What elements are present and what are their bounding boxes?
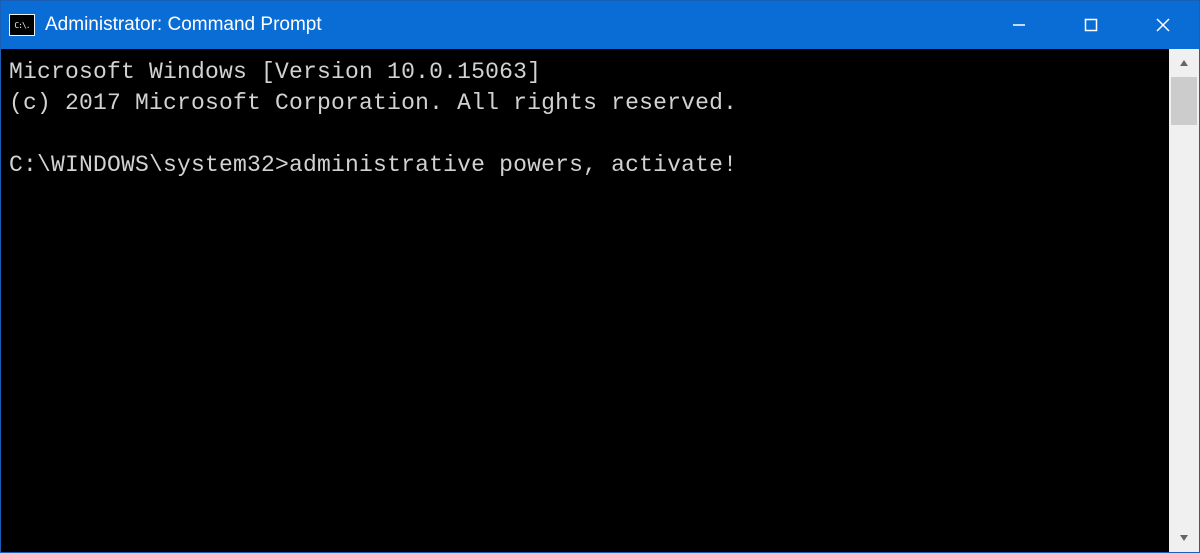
scroll-up-button[interactable] bbox=[1169, 49, 1199, 77]
terminal-line-copyright: (c) 2017 Microsoft Corporation. All righ… bbox=[9, 88, 1161, 119]
maximize-icon bbox=[1083, 17, 1099, 33]
terminal-prompt-line: C:\WINDOWS\system32>administrative power… bbox=[9, 150, 1161, 181]
close-icon bbox=[1155, 17, 1171, 33]
maximize-button[interactable] bbox=[1055, 1, 1127, 49]
cmd-icon: C:\. bbox=[9, 14, 35, 36]
terminal-output[interactable]: Microsoft Windows [Version 10.0.15063](c… bbox=[1, 49, 1169, 552]
minimize-button[interactable] bbox=[983, 1, 1055, 49]
terminal-body: Microsoft Windows [Version 10.0.15063](c… bbox=[1, 49, 1199, 552]
window-title: Administrator: Command Prompt bbox=[45, 14, 983, 36]
minimize-icon bbox=[1011, 17, 1027, 33]
command-prompt-window: C:\. Administrator: Command Prompt bbox=[0, 0, 1200, 553]
scrollbar-track[interactable] bbox=[1169, 77, 1199, 524]
window-controls bbox=[983, 1, 1199, 49]
close-button[interactable] bbox=[1127, 1, 1199, 49]
cmd-icon-text: C:\. bbox=[14, 21, 29, 30]
terminal-blank-line bbox=[9, 119, 1161, 150]
terminal-prompt: C:\WINDOWS\system32> bbox=[9, 150, 289, 181]
scrollbar-thumb[interactable] bbox=[1171, 77, 1197, 125]
terminal-line-version: Microsoft Windows [Version 10.0.15063] bbox=[9, 57, 1161, 88]
scroll-down-button[interactable] bbox=[1169, 524, 1199, 552]
titlebar[interactable]: C:\. Administrator: Command Prompt bbox=[1, 1, 1199, 49]
terminal-command-input[interactable]: administrative powers, activate! bbox=[289, 150, 737, 181]
vertical-scrollbar[interactable] bbox=[1169, 49, 1199, 552]
chevron-up-icon bbox=[1178, 57, 1190, 69]
chevron-down-icon bbox=[1178, 532, 1190, 544]
